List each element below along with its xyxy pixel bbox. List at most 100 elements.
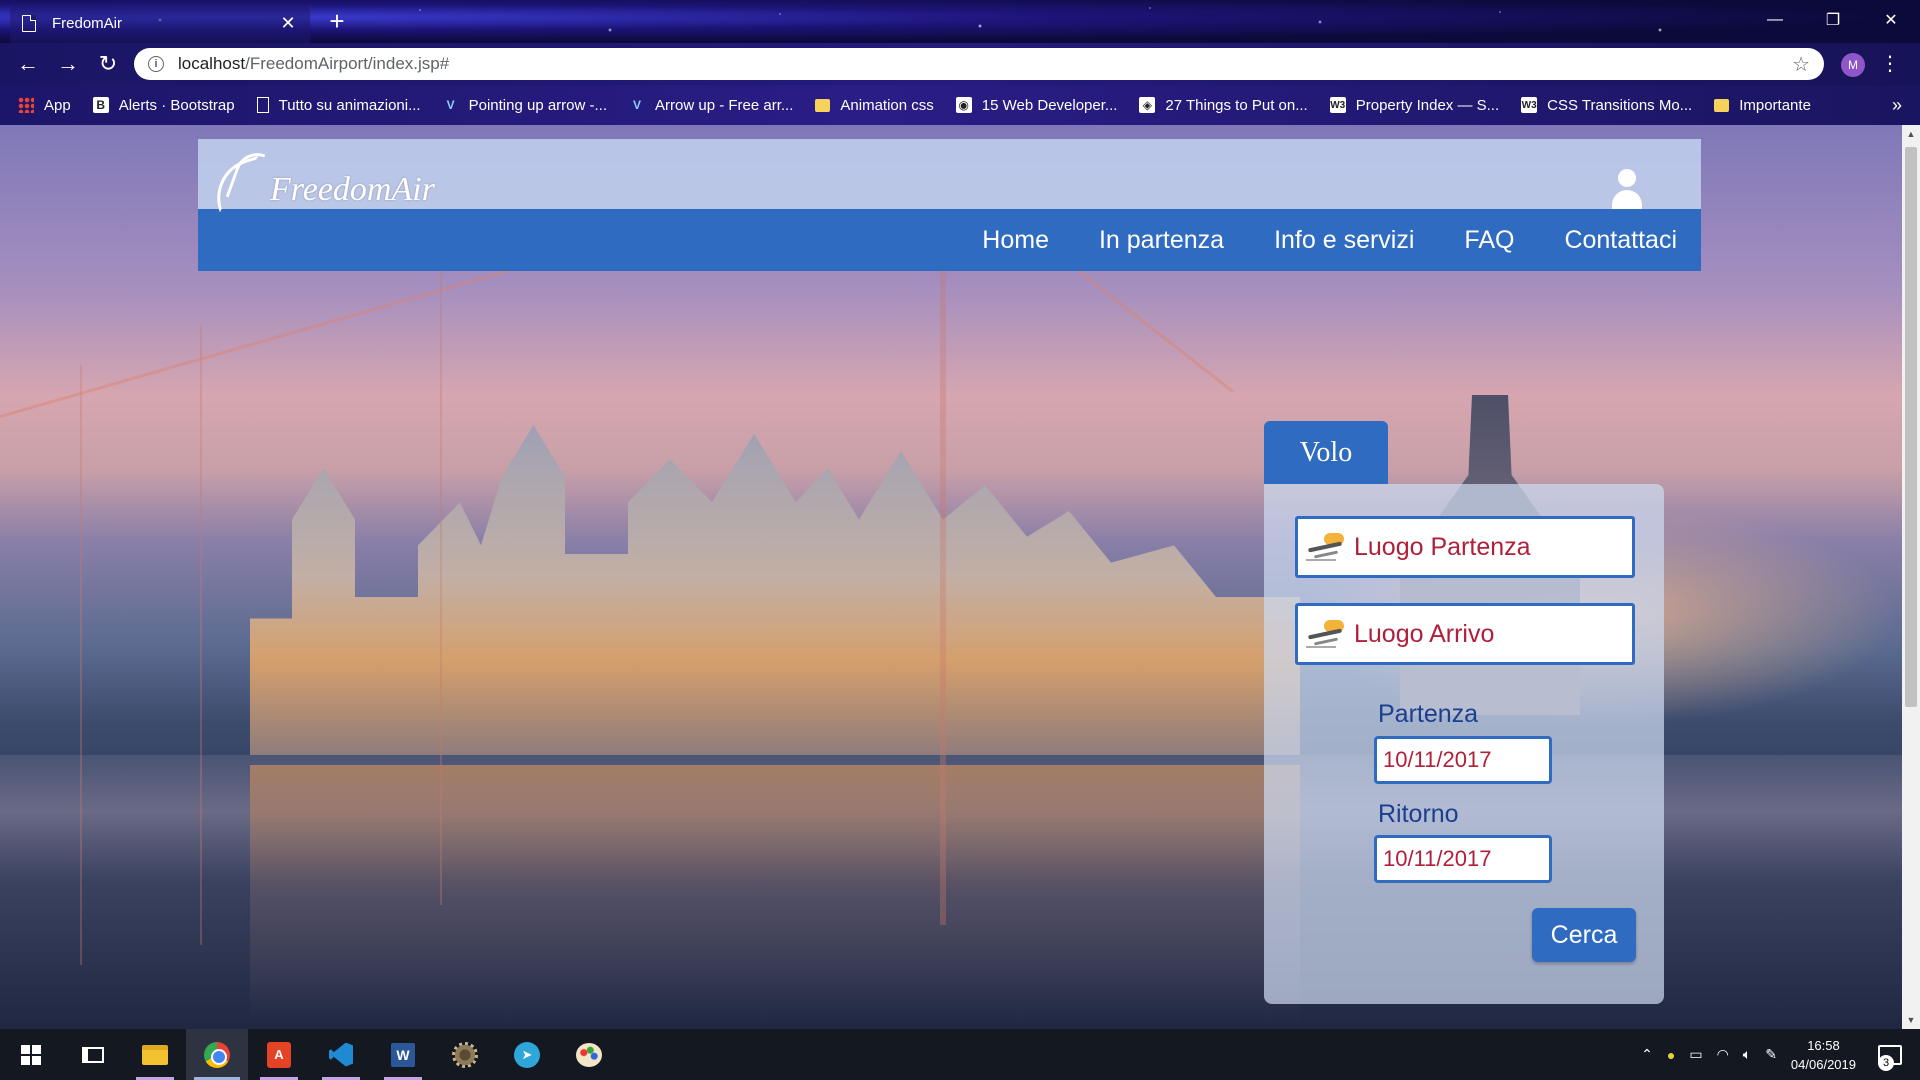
background-image [200, 325, 202, 945]
bookmark-label: 15 Web Developer... [981, 96, 1118, 114]
tab-volo[interactable]: Volo [1264, 421, 1388, 484]
pegasus-logo-icon [204, 145, 268, 205]
site-logo[interactable]: FreedomAir [204, 145, 435, 208]
page-icon [22, 15, 36, 32]
flight-search-panel: Luogo Partenza Luogo Arrivo Partenza 10/… [1264, 484, 1664, 1004]
nav-in-partenza[interactable]: In partenza [1099, 226, 1224, 255]
start-button[interactable] [0, 1029, 62, 1080]
notification-center-icon[interactable]: 3 [1878, 1044, 1902, 1071]
bookmark-label: 27 Things to Put on... [1165, 96, 1308, 114]
site-icon: ◉ [955, 97, 972, 113]
minimize-button[interactable]: — [1746, 0, 1804, 40]
vector-icon: V [446, 98, 455, 112]
plane-icon [1306, 616, 1346, 652]
close-tab-icon[interactable]: ✕ [278, 13, 298, 34]
bookmark-item[interactable]: V Arrow up - Free arr... [629, 97, 793, 114]
return-date-input[interactable]: 10/11/2017 [1374, 835, 1552, 883]
bookmark-item[interactable]: ◉ 15 Web Developer... [955, 96, 1118, 114]
vscode-button[interactable] [310, 1029, 372, 1080]
bookmark-folder[interactable]: Importante [1714, 97, 1811, 114]
back-icon[interactable]: ← [8, 44, 48, 84]
forward-icon[interactable]: → [48, 44, 88, 84]
bookmark-label: Importante [1739, 96, 1811, 114]
paint-button[interactable] [558, 1029, 620, 1080]
volume-icon[interactable]: 🔈︎ [1743, 1046, 1751, 1063]
background-image [940, 225, 946, 925]
scrollbar-thumb[interactable] [1905, 147, 1917, 707]
bookmark-item[interactable]: W3 Property Index — S... [1329, 96, 1500, 114]
bookmark-label: Animation css [840, 96, 934, 114]
plane-icon [1306, 529, 1346, 565]
logo-text: FreedomAir [270, 171, 435, 208]
background-image [250, 765, 1300, 1025]
bookmark-label: App [44, 96, 71, 114]
profile-avatar[interactable]: M [1841, 53, 1865, 77]
chevron-up-icon[interactable]: ⌃ [1641, 1046, 1653, 1063]
notification-count: 3 [1878, 1054, 1894, 1071]
bookmarks-bar: App B Alerts · Bootstrap Tutto su animazi… [0, 85, 1920, 125]
task-view-icon [82, 1046, 104, 1063]
wifi-icon[interactable]: ◠ [1717, 1046, 1729, 1063]
browser-tab[interactable]: FredomAir ✕ [10, 4, 310, 43]
bookmark-item[interactable]: ◈ 27 Things to Put on... [1139, 96, 1308, 114]
address-bar[interactable]: i localhost/FreedomAirport/index.jsp# ☆ [134, 48, 1824, 80]
nav-info-servizi[interactable]: Info e servizi [1274, 226, 1414, 255]
bookmark-item[interactable]: B Alerts · Bootstrap [92, 96, 235, 114]
close-window-button[interactable]: ✕ [1862, 0, 1920, 40]
access-button[interactable]: A [248, 1029, 310, 1080]
vscode-icon [329, 1042, 353, 1067]
pen-icon[interactable]: ✎ [1765, 1046, 1777, 1063]
bookmark-item[interactable]: V Pointing up arrow -... [443, 97, 607, 114]
clock[interactable]: 16:58 04/06/2019 [1791, 1036, 1856, 1074]
new-tab-button[interactable]: + [322, 6, 352, 36]
bookmark-star-icon[interactable]: ☆ [1792, 52, 1810, 77]
background-image [1059, 255, 1235, 394]
scroll-up-icon[interactable]: ▲ [1902, 125, 1920, 143]
windows-icon [21, 1044, 41, 1065]
task-view-button[interactable] [62, 1029, 124, 1080]
word-icon: W [391, 1042, 415, 1067]
info-icon[interactable]: i [148, 56, 164, 72]
scroll-down-icon[interactable]: ▼ [1902, 1011, 1920, 1029]
folder-icon [815, 98, 831, 112]
battery-icon[interactable]: ▭ [1689, 1046, 1702, 1063]
word-button[interactable]: W [372, 1029, 434, 1080]
folder-icon [1714, 98, 1730, 112]
windows-taskbar: A W ➤ ⌃ ● ▭ ◠ 🔈︎ ✎ 16:58 04/06/2019 3 [0, 1029, 1920, 1080]
nav-faq[interactable]: FAQ [1464, 226, 1514, 255]
bookmark-item[interactable]: Tutto su animazioni... [256, 97, 421, 114]
site-header: FreedomAir Home In partenza Info e servi… [198, 139, 1701, 271]
page-scrollbar[interactable]: ▲ ▼ [1902, 125, 1920, 1029]
arrival-place-field[interactable]: Luogo Arrivo [1295, 603, 1635, 665]
restore-button[interactable]: ❐ [1804, 0, 1862, 40]
user-icon[interactable] [1610, 169, 1644, 209]
bookmark-label: Property Index — S... [1355, 96, 1500, 114]
departure-place-field[interactable]: Luogo Partenza [1295, 516, 1635, 578]
file-explorer-button[interactable] [124, 1029, 186, 1080]
tab-strip: FredomAir ✕ + — ❐ ✕ [0, 0, 1920, 43]
menu-dots-icon[interactable]: ⋮ [1880, 51, 1900, 76]
main-nav: Home In partenza Info e servizi FAQ Cont… [198, 209, 1701, 271]
telegram-button[interactable]: ➤ [496, 1029, 558, 1080]
nav-contattaci[interactable]: Contattaci [1564, 226, 1677, 255]
shield-icon[interactable]: ● [1667, 1047, 1675, 1063]
reload-icon[interactable]: ↻ [88, 44, 128, 84]
bookmark-item[interactable]: W3 CSS Transitions Mo... [1521, 97, 1692, 114]
nav-home[interactable]: Home [982, 226, 1049, 255]
departure-date-input[interactable]: 10/11/2017 [1374, 736, 1552, 784]
url-host: localhost [178, 54, 246, 73]
paint-icon [576, 1042, 602, 1067]
bootstrap-icon: B [92, 97, 109, 113]
bookmarks-overflow-icon[interactable]: » [1892, 95, 1902, 116]
bookmark-label: Arrow up - Free arr... [655, 96, 794, 114]
background-image [80, 365, 82, 965]
bookmark-label: Alerts · Bootstrap [118, 96, 235, 114]
settings-app-button[interactable] [434, 1029, 496, 1080]
departure-date-label: Partenza [1378, 700, 1479, 728]
chrome-icon [204, 1041, 230, 1068]
bookmark-folder[interactable]: Animation css [815, 96, 934, 114]
file-explorer-icon [142, 1044, 168, 1065]
search-button[interactable]: Cerca [1532, 908, 1636, 962]
bookmark-app[interactable]: App [18, 97, 71, 114]
chrome-button[interactable] [186, 1029, 248, 1080]
